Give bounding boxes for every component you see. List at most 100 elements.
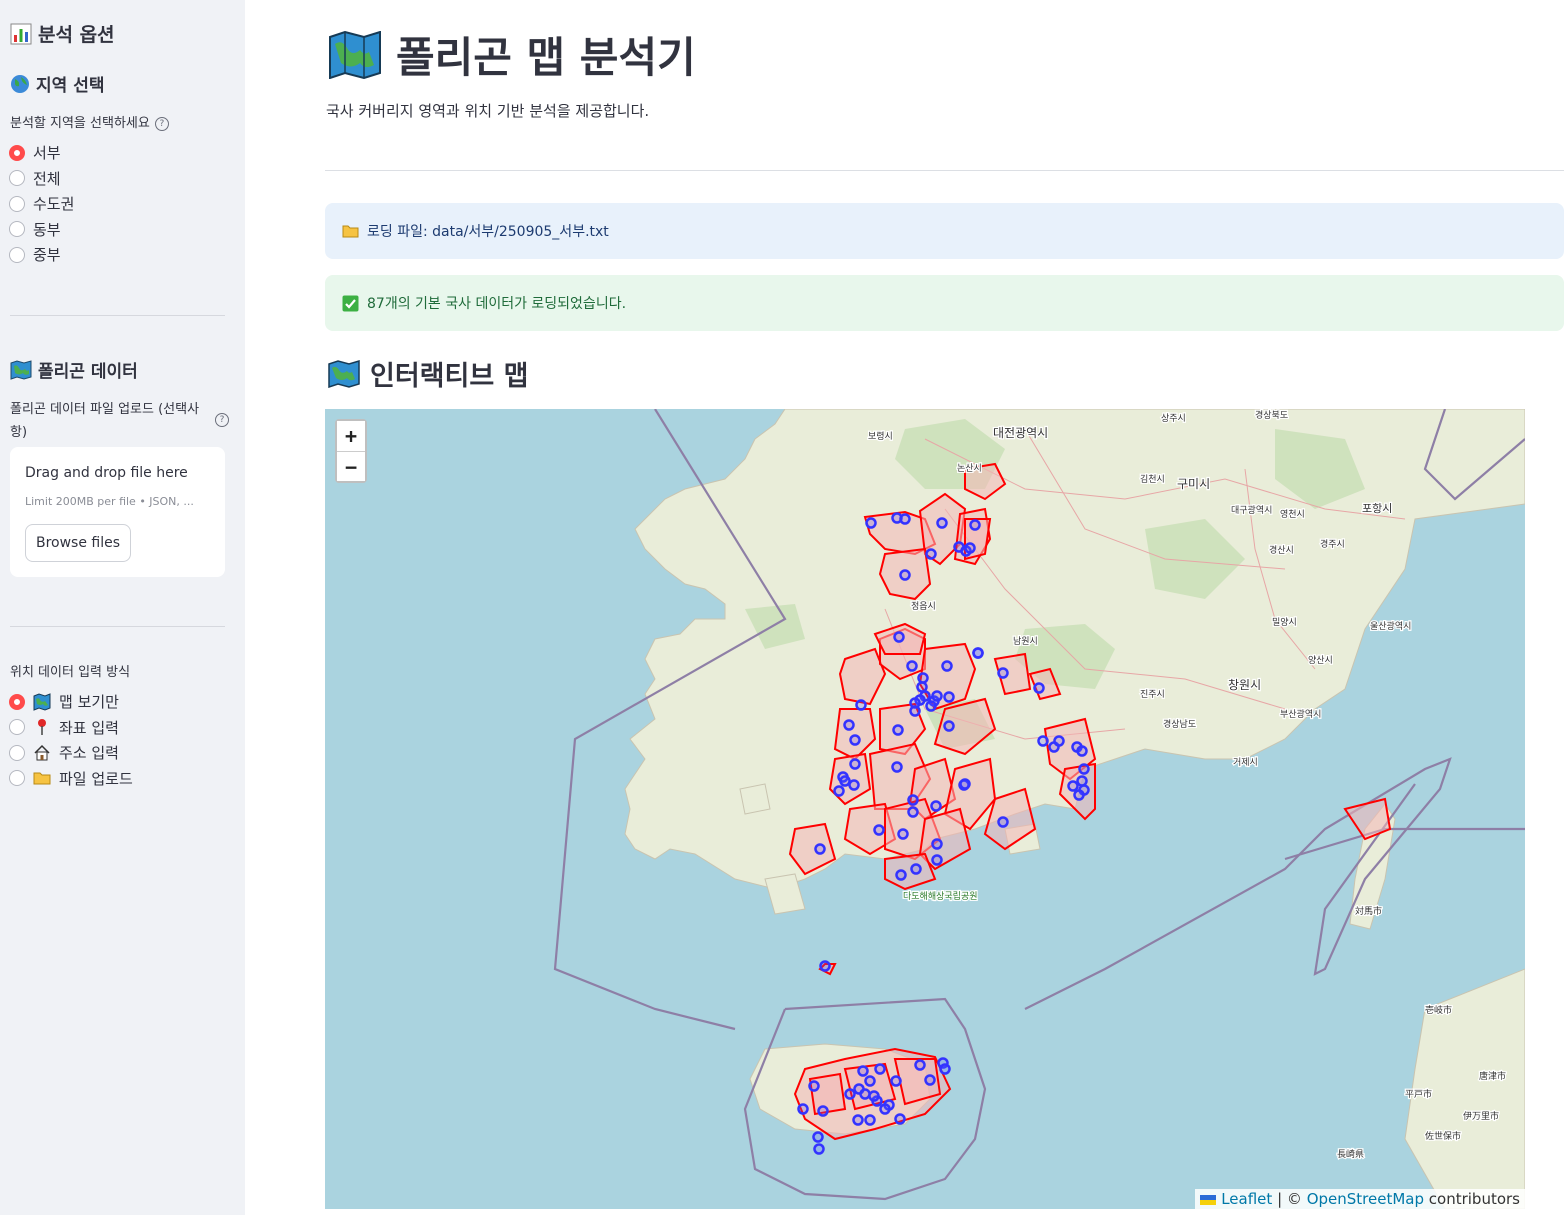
station-marker[interactable] [899,569,911,581]
station-marker[interactable] [855,699,867,711]
station-marker[interactable] [894,1113,906,1125]
radio-option[interactable]: 전체 [9,168,61,189]
station-marker[interactable] [849,734,861,746]
station-marker[interactable] [819,960,831,972]
station-marker[interactable] [1076,775,1088,787]
radio-option[interactable]: 서부 [9,142,61,163]
radio-button[interactable] [9,246,25,263]
sidebar: 분석 옵션 지역 선택 분석할 지역을 선택하세요? 서부 전체 수도권 동부 중부 폴… [0,0,245,1215]
radio-button[interactable] [9,195,25,212]
station-marker[interactable] [907,806,919,818]
station-marker[interactable] [1078,763,1090,775]
station-marker[interactable] [874,1063,886,1075]
radio-button[interactable] [9,770,25,786]
leaflet-link[interactable]: Leaflet [1221,1190,1272,1208]
station-marker[interactable] [936,517,948,529]
station-marker[interactable] [972,647,984,659]
help-icon[interactable]: ? [154,116,169,131]
station-marker[interactable] [930,800,942,812]
station-marker[interactable] [839,775,851,787]
station-marker[interactable] [797,1103,809,1115]
station-marker[interactable] [808,1080,820,1092]
station-marker[interactable] [1033,682,1045,694]
station-marker[interactable] [997,667,1009,679]
station-marker[interactable] [924,1074,936,1086]
osm-link[interactable]: OpenStreetMap [1307,1190,1424,1208]
interactive-map[interactable]: 대전광역시 상주시 경상북도 논산시 보령시 김천시 구미시 대구광역시 영천시 포항시 경산시 경주… [325,409,1525,1209]
radio-button[interactable] [9,719,25,735]
station-marker[interactable] [864,1075,876,1087]
radio-option[interactable]: 좌표 입력 [9,717,119,738]
station-marker[interactable] [1076,745,1088,757]
station-marker[interactable] [964,542,976,554]
station-marker[interactable] [890,1075,902,1087]
station-marker[interactable] [891,761,903,773]
station-marker[interactable] [1037,735,1049,747]
radio-option[interactable]: 수도권 [9,193,74,214]
coverage-polygon[interactable] [884,852,937,891]
station-marker[interactable] [906,660,918,672]
zoom-out-button[interactable]: − [337,451,365,481]
station-marker[interactable] [859,1088,871,1100]
station-marker[interactable] [879,1103,891,1115]
station-marker[interactable] [844,1088,856,1100]
station-marker[interactable] [893,631,905,643]
radio-option[interactable]: 맵 보기만 [9,691,119,712]
station-marker[interactable] [868,1090,880,1102]
station-marker[interactable] [833,785,845,797]
station-marker[interactable] [997,816,1009,828]
station-marker[interactable] [865,517,877,529]
station-marker[interactable] [925,548,937,560]
radio-button[interactable] [9,744,25,761]
station-marker[interactable] [943,691,955,703]
station-marker[interactable] [897,828,909,840]
radio-option[interactable]: 중부 [9,244,61,265]
station-marker[interactable] [813,1143,825,1155]
file-dropzone[interactable]: Drag and drop file here Limit 200MB per … [10,447,225,577]
radio-button[interactable] [9,693,25,710]
station-marker[interactable] [899,513,911,525]
station-marker[interactable] [892,724,904,736]
map-canvas[interactable]: 대전광역시 상주시 경상북도논산시 보령시김천시 구미시대구광역시 영천시 포항시경산시 경주… [325,409,1525,1209]
radio-button[interactable] [9,144,25,161]
station-marker[interactable] [843,719,855,731]
station-marker[interactable] [1073,789,1085,801]
station-marker[interactable] [907,794,919,806]
station-marker[interactable] [931,690,943,702]
station-marker[interactable] [943,720,955,732]
zoom-in-button[interactable]: + [337,421,365,451]
radio-option[interactable]: 동부 [9,219,61,240]
station-marker[interactable] [857,1065,869,1077]
station-marker[interactable] [812,1131,824,1143]
station-marker[interactable] [959,778,971,790]
station-marker[interactable] [917,672,929,684]
station-marker[interactable] [852,1114,864,1126]
station-marker[interactable] [931,838,943,850]
station-marker[interactable] [910,863,922,875]
station-marker[interactable] [817,1105,829,1117]
station-marker[interactable] [849,758,861,770]
station-marker[interactable] [873,824,885,836]
radio-button[interactable] [9,170,25,186]
radio-button[interactable] [9,221,25,237]
radio-option[interactable]: 파일 업로드 [9,768,133,789]
station-marker[interactable] [969,519,981,531]
station-marker[interactable] [895,869,907,881]
station-marker[interactable] [914,1059,926,1071]
browse-files-button[interactable]: Browse files [25,524,131,562]
station-marker[interactable] [1067,780,1079,792]
station-marker[interactable] [916,681,928,693]
station-marker[interactable] [925,700,937,712]
station-marker[interactable] [848,779,860,791]
radio-option[interactable]: 주소 입력 [9,742,119,763]
station-marker[interactable] [941,660,953,672]
station-marker[interactable] [939,1063,951,1075]
station-marker[interactable] [909,705,921,717]
map-place-label: 포항시 [1362,502,1392,515]
station-marker[interactable] [1053,735,1065,747]
polygon-heading: 폴리곤 데이터 [10,357,138,382]
station-marker[interactable] [814,843,826,855]
station-marker[interactable] [864,1114,876,1126]
help-icon[interactable]: ? [215,413,229,427]
station-marker[interactable] [931,854,943,866]
